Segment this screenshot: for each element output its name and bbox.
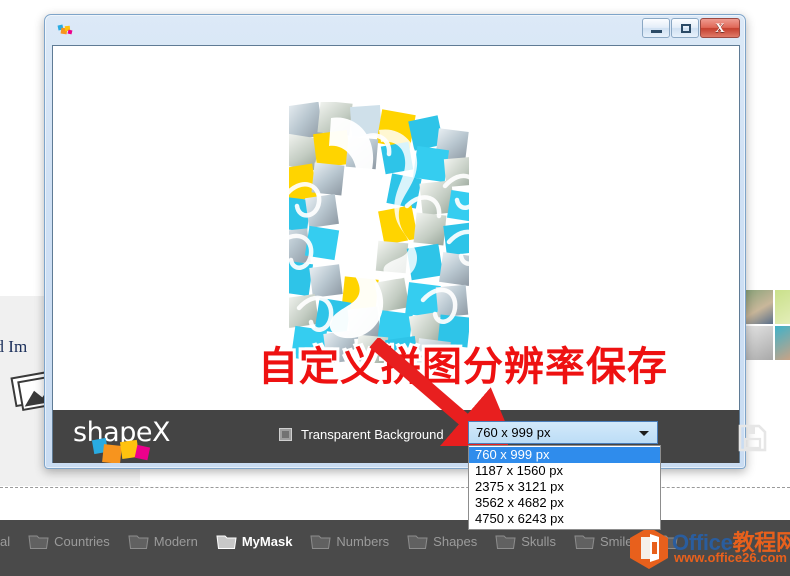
close-icon: X bbox=[715, 20, 725, 35]
folder-icon bbox=[28, 535, 49, 549]
folder-icon bbox=[574, 535, 595, 549]
category-label: Shapes bbox=[433, 533, 478, 549]
shapex-app-icon bbox=[57, 24, 73, 35]
transparent-background-checkbox-row[interactable]: Transparent Background bbox=[279, 427, 444, 442]
folder-icon bbox=[216, 535, 237, 549]
dropdown-option[interactable]: 3562 x 4682 px bbox=[469, 495, 660, 511]
resolution-dropdown-list[interactable]: 760 x 999 px 1187 x 1560 px 2375 x 3121 … bbox=[468, 445, 661, 530]
category-item-modern[interactable]: Modern bbox=[119, 524, 207, 558]
category-label: MyMask bbox=[241, 533, 293, 549]
folder-icon bbox=[310, 535, 331, 549]
watermark: Office教程网 www.office26.com bbox=[628, 524, 790, 570]
category-label: Skulls bbox=[521, 533, 556, 549]
list-item[interactable] bbox=[745, 326, 773, 360]
folder-icon bbox=[407, 535, 428, 549]
maximize-button[interactable] bbox=[671, 18, 699, 38]
annotation-text: 自定义拼图分辨率保存 bbox=[258, 344, 668, 390]
minimize-button[interactable] bbox=[642, 18, 670, 38]
photo-mosaic-collage bbox=[289, 102, 469, 363]
window-controls: X bbox=[642, 18, 740, 38]
folder-icon bbox=[128, 535, 149, 549]
resolution-selected-value: 760 x 999 px bbox=[476, 425, 551, 440]
watermark-url: www.office26.com bbox=[674, 550, 787, 565]
save-button[interactable] bbox=[737, 424, 767, 452]
shapex-logo: shapeX bbox=[73, 417, 191, 463]
window-titlebar[interactable]: X bbox=[45, 15, 745, 45]
category-label: Numbers bbox=[336, 533, 390, 549]
list-item[interactable] bbox=[775, 290, 790, 324]
category-label: al bbox=[0, 533, 11, 549]
list-item[interactable] bbox=[745, 290, 773, 324]
close-button[interactable]: X bbox=[700, 18, 740, 38]
dropdown-option[interactable]: 760 x 999 px bbox=[469, 447, 660, 463]
dropdown-option[interactable]: 1187 x 1560 px bbox=[469, 463, 660, 479]
category-item-animal[interactable]: al bbox=[0, 524, 19, 558]
category-item-numbers[interactable]: Numbers bbox=[301, 524, 398, 558]
shapex-window: X 自定义拼图分辨率保存 shapeX Transparent Backgrou… bbox=[44, 14, 767, 469]
image-thumbnail-list[interactable] bbox=[745, 290, 790, 420]
category-item-countries[interactable]: Countries bbox=[19, 524, 119, 558]
category-label: Modern bbox=[153, 533, 198, 549]
dropdown-option[interactable]: 2375 x 3121 px bbox=[469, 479, 660, 495]
dropdown-option[interactable]: 4750 x 6243 px bbox=[469, 511, 660, 527]
maximize-icon bbox=[681, 24, 691, 33]
transparent-background-label: Transparent Background bbox=[301, 427, 444, 442]
window-client-area: 自定义拼图分辨率保存 shapeX Transparent Background bbox=[52, 45, 767, 463]
transparent-background-checkbox[interactable] bbox=[279, 428, 292, 441]
folder-icon bbox=[495, 535, 516, 549]
shapex-squares-icon bbox=[91, 437, 151, 463]
chevron-down-icon[interactable] bbox=[639, 431, 649, 436]
divider bbox=[0, 487, 790, 488]
mosaic-canvas[interactable]: 自定义拼图分辨率保存 bbox=[53, 46, 739, 410]
category-label: Countries bbox=[54, 533, 110, 549]
office-hexagon-logo bbox=[630, 527, 668, 569]
category-item-mymask[interactable]: MyMask bbox=[207, 524, 302, 558]
minimize-icon bbox=[651, 30, 662, 33]
resolution-dropdown[interactable]: 760 x 999 px bbox=[468, 421, 658, 444]
list-item[interactable] bbox=[775, 326, 790, 360]
